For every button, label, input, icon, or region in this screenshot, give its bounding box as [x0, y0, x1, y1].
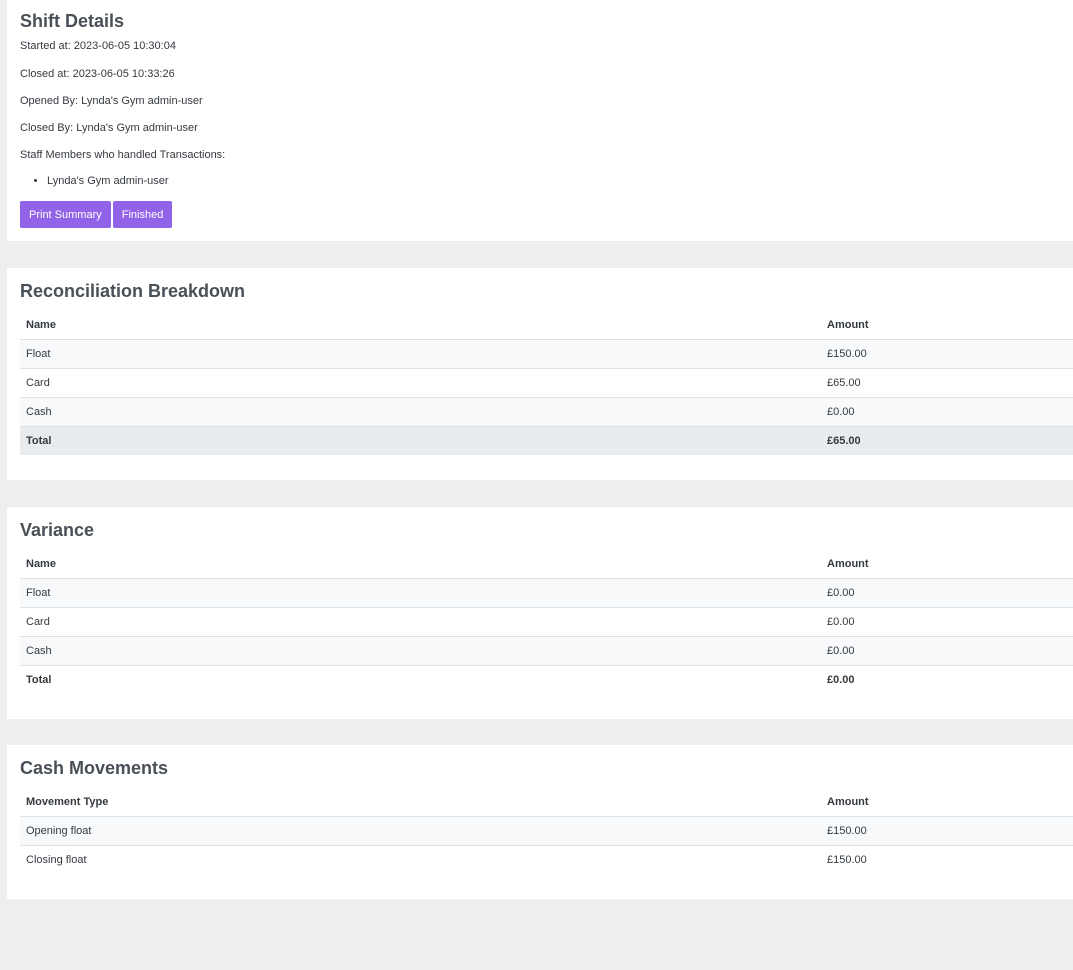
- reconciliation-card: Reconciliation Breakdown Name Amount Flo…: [7, 268, 1073, 480]
- column-header-amount: Amount: [821, 310, 1073, 340]
- column-header-movement-type: Movement Type: [20, 787, 821, 817]
- row-amount: £150.00: [821, 339, 1073, 369]
- row-name: Card: [20, 368, 821, 398]
- row-name: Float: [20, 339, 821, 369]
- row-amount: £0.00: [821, 397, 1073, 427]
- row-amount: £150.00: [827, 854, 867, 866]
- row-name: Closing float: [26, 854, 87, 866]
- staff-list-item: Lynda's Gym admin-user: [47, 174, 169, 188]
- table-row: Card £0.00: [20, 607, 1073, 637]
- cash-movements-title: Cash Movements: [20, 758, 169, 778]
- reconciliation-title: Reconciliation Breakdown: [20, 281, 246, 301]
- total-amount: £0.00: [827, 674, 855, 686]
- variance-title: Variance: [20, 520, 95, 540]
- cash-movements-card: Cash Movements Movement Type Amount Open…: [7, 745, 1073, 899]
- table-header-row: Name Amount: [20, 310, 1073, 340]
- total-label: Total: [20, 426, 821, 455]
- row-name: Opening float: [20, 816, 821, 846]
- table-header-row: Movement Type Amount: [20, 787, 1073, 817]
- table-row: Card £65.00: [20, 368, 1073, 398]
- table-header-row: Name Amount: [20, 549, 1073, 579]
- row-amount: £150.00: [821, 816, 1073, 846]
- shift-actions: Print Summary Finished: [20, 201, 173, 228]
- row-name: Float: [20, 578, 821, 608]
- table-row: Cash £0.00: [20, 397, 1073, 427]
- closed-at-text: Closed at: 2023-06-05 10:33:26: [20, 68, 175, 80]
- table-row: Float £150.00: [20, 339, 1073, 369]
- variance-table: Name Amount Float £0.00 Card £0.00 Cash …: [20, 549, 1073, 694]
- table-row: Float £0.00: [20, 578, 1073, 608]
- total-amount: £65.00: [821, 426, 1073, 455]
- started-at-text: Started at: 2023-06-05 10:30:04: [20, 40, 176, 52]
- finished-button[interactable]: Finished: [112, 201, 173, 228]
- row-name: Card: [20, 607, 821, 637]
- shift-details-card: Shift Details Started at: 2023-06-05 10:…: [7, 0, 1073, 241]
- variance-card: Variance Name Amount Float £0.00 Card £0…: [7, 507, 1073, 719]
- table-total-row: Total £65.00: [20, 426, 1073, 455]
- staff-list: Lynda's Gym admin-user: [20, 174, 169, 188]
- row-name: Cash: [20, 636, 821, 666]
- cash-movements-table: Movement Type Amount Opening float £150.…: [20, 787, 1073, 874]
- reconciliation-table: Name Amount Float £150.00 Card £65.00 Ca…: [20, 310, 1073, 455]
- row-amount: £0.00: [821, 607, 1073, 637]
- column-header-amount: Amount: [821, 549, 1073, 579]
- opened-by-text: Opened By: Lynda's Gym admin-user: [20, 95, 203, 107]
- closed-by-text: Closed By: Lynda's Gym admin-user: [20, 122, 198, 134]
- row-name: Cash: [20, 397, 821, 427]
- staff-heading: Staff Members who handled Transactions:: [20, 149, 226, 161]
- print-summary-button[interactable]: Print Summary: [20, 201, 111, 228]
- row-amount: £0.00: [821, 636, 1073, 666]
- row-amount: £65.00: [821, 368, 1073, 398]
- table-row: Cash £0.00: [20, 636, 1073, 666]
- row-amount: £0.00: [821, 578, 1073, 608]
- table-row: Opening float £150.00: [20, 816, 1073, 846]
- column-header-name: Name: [20, 310, 821, 340]
- shift-details-title: Shift Details: [20, 11, 125, 31]
- column-header-amount: Amount: [821, 787, 1073, 817]
- table-row: Closing float £150.00: [20, 846, 1073, 875]
- total-label: Total: [26, 674, 52, 686]
- table-total-row: Total £0.00: [20, 666, 1073, 695]
- column-header-name: Name: [20, 549, 821, 579]
